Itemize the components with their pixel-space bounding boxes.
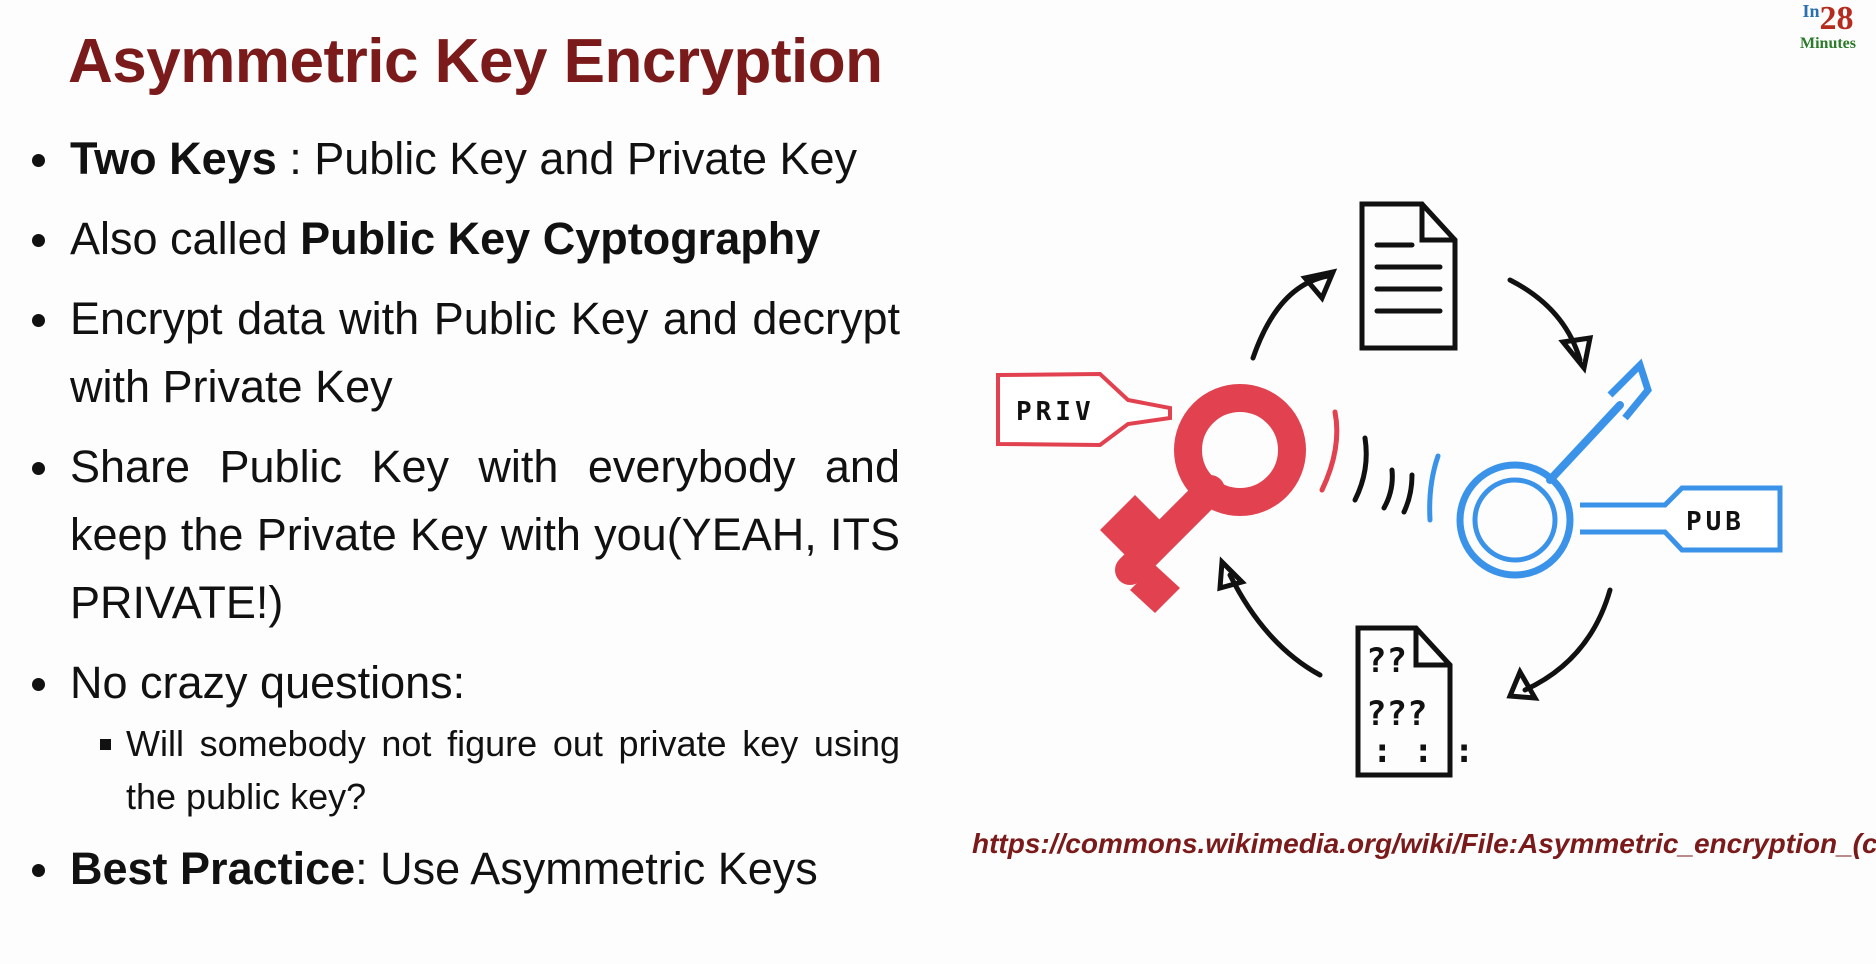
svg-text:??: ?? bbox=[1366, 641, 1407, 681]
bullet-questions: No crazy questions: Will somebody not fi… bbox=[28, 649, 900, 823]
bullet-list: Two Keys : Public Key and Private Key Al… bbox=[28, 125, 900, 915]
sub-bullet: Will somebody not figure out private key… bbox=[70, 717, 900, 823]
arrow-to-cipher-icon bbox=[1522, 587, 1613, 693]
asymmetric-encryption-diagram: ?? ??? : : : PRIV PUB bbox=[996, 201, 1783, 778]
bullet-bold: Best Practice bbox=[70, 843, 356, 894]
logo-prefix: In bbox=[1802, 1, 1820, 21]
svg-text:???: ??? bbox=[1366, 694, 1427, 734]
private-key-icon: PRIV bbox=[996, 371, 1306, 613]
bullet-encrypt: Encrypt data with Public Key and decrypt… bbox=[28, 285, 900, 421]
bullet-text: Also called bbox=[70, 213, 301, 264]
slide-title: Asymmetric Key Encryption bbox=[68, 27, 883, 96]
logo-number: 28 bbox=[1819, 0, 1854, 37]
priv-key-label: PRIV bbox=[1016, 397, 1095, 427]
bullet-bold: Two Keys bbox=[70, 133, 277, 184]
bullet-bold: Public Key Cyptography bbox=[300, 213, 821, 264]
bullet-text: Encrypt data with Public Key and decrypt… bbox=[70, 293, 900, 412]
pub-key-label: PUB bbox=[1686, 507, 1745, 537]
in28minutes-logo: In28 Minutes bbox=[1790, 2, 1866, 52]
bullet-share: Share Public Key with everybody and keep… bbox=[28, 433, 900, 637]
sub-bullet-list: Will somebody not figure out private key… bbox=[70, 717, 900, 823]
bullet-text: No crazy questions: bbox=[70, 657, 466, 708]
arrow-to-priv-key-icon bbox=[1227, 572, 1323, 678]
bullet-best-practice: Best Practice: Use Asymmetric Keys bbox=[28, 835, 900, 903]
bullet-text: : Public Key and Private Key bbox=[276, 133, 858, 184]
plain-document-icon bbox=[1359, 201, 1458, 351]
bullet-also-called: Also called Public Key Cyptography bbox=[28, 205, 900, 273]
bullet-text: Share Public Key with everybody and keep… bbox=[70, 441, 900, 628]
source-link[interactable]: https://commons.wikimedia.org/wiki/File:… bbox=[972, 828, 1876, 860]
logo-suffix: Minutes bbox=[1800, 35, 1856, 52]
bullet-two-keys: Two Keys : Public Key and Private Key bbox=[28, 125, 900, 193]
svg-text:: : :: : : : bbox=[1372, 731, 1474, 771]
bullet-text: : Use Asymmetric Keys bbox=[355, 843, 818, 894]
public-key-icon: PUB bbox=[1456, 358, 1783, 579]
